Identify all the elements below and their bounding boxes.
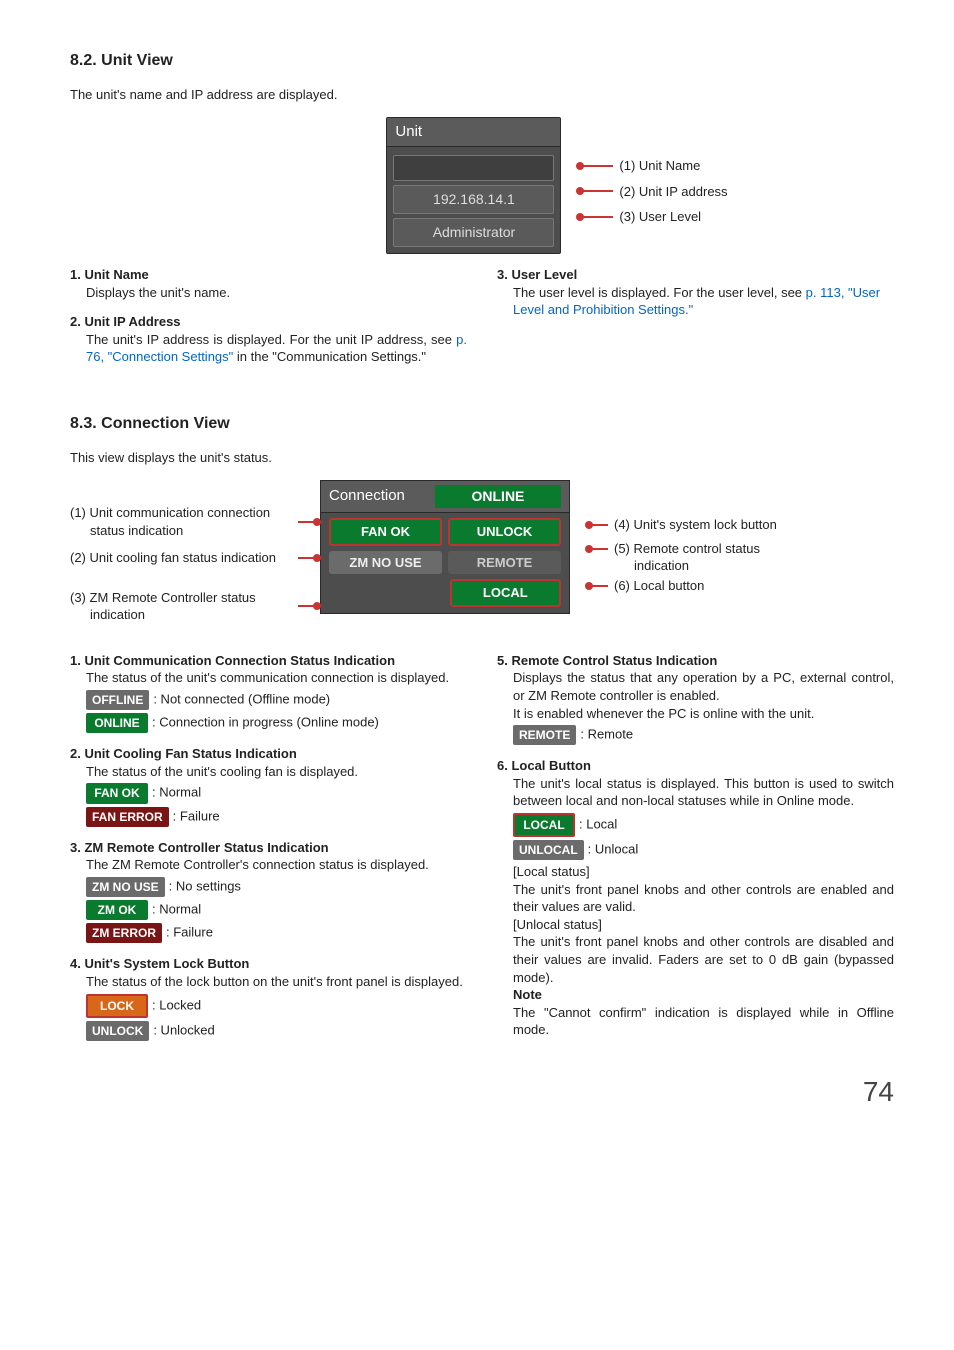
callout-unit-name: (1) Unit Name [619, 157, 700, 175]
d6-title: 6. Local Button [497, 757, 894, 775]
unlocal-status-h: [Unlocal status] [497, 916, 894, 934]
callout-zm-status-b: indication [70, 607, 145, 622]
d2-body: The status of the unit's cooling fan is … [70, 763, 467, 781]
intro-connection-view: This view displays the unit's status. [70, 449, 894, 467]
zmok-desc: : Normal [152, 902, 201, 917]
d2-title: 2. Unit Cooling Fan Status Indication [70, 745, 467, 763]
item1-body: Displays the unit's name. [70, 284, 467, 302]
heading-connection-view: 8.3. Connection View [70, 413, 894, 435]
unlock-desc: : Unlocked [153, 1022, 214, 1037]
unit-callouts: (1) Unit Name (2) Unit IP address (3) Us… [577, 117, 727, 254]
callout-unit-ip: (2) Unit IP address [619, 183, 727, 201]
local-button[interactable]: LOCAL [450, 579, 561, 607]
online-indicator: ONLINE [435, 485, 561, 508]
offline-badge: OFFLINE [86, 690, 149, 710]
zmnouse-desc: : No settings [169, 878, 241, 893]
local-status-b: The unit's front panel knobs and other c… [497, 881, 894, 916]
fanerror-desc: : Failure [173, 808, 220, 823]
callout-remote-b: indication [614, 558, 689, 573]
online-desc: : Connection in progress (Online mode) [152, 715, 379, 730]
note-body: The "Cannot confirm" indication is displ… [497, 1004, 894, 1039]
callout-local-button: (6) Local button [614, 577, 704, 595]
online-badge: ONLINE [86, 713, 148, 733]
remote-badge: REMOTE [513, 725, 576, 745]
item1-title: 1. Unit Name [70, 266, 467, 284]
offline-desc: : Not connected (Offline mode) [153, 692, 330, 707]
fan-ok-indicator: FAN OK [329, 518, 442, 546]
d5-title: 5. Remote Control Status Indication [497, 652, 894, 670]
local-badge: LOCAL [513, 813, 575, 837]
callout-comm-status-a: (1) Unit communication connection [70, 505, 270, 520]
d5-body-a: Displays the status that any operation b… [497, 669, 894, 704]
remote-indicator: REMOTE [448, 551, 561, 575]
item3-title: 3. User Level [497, 266, 894, 284]
d3-body: The ZM Remote Controller's connection st… [70, 856, 467, 874]
note-heading: Note [497, 986, 894, 1004]
unit-ip-field: 192.168.14.1 [393, 185, 554, 214]
local-desc: : Local [579, 816, 617, 831]
callout-remote-a: (5) Remote control status [614, 541, 760, 556]
callout-user-level: (3) User Level [619, 208, 701, 226]
page-number: 74 [70, 1073, 894, 1111]
item2-body: The unit's IP address is displayed. For … [70, 331, 467, 366]
item3-body: The user level is displayed. For the use… [497, 284, 894, 319]
unlocal-badge: UNLOCAL [513, 840, 584, 860]
connection-panel: Connection ONLINE FAN OK UNLOCK ZM NO US… [320, 480, 570, 614]
fanerror-badge: FAN ERROR [86, 807, 169, 827]
d1-title: 1. Unit Communication Connection Status … [70, 652, 467, 670]
callout-system-lock: (4) Unit's system lock button [614, 516, 777, 534]
d4-title: 4. Unit's System Lock Button [70, 955, 467, 973]
callout-fan-status: (2) Unit cooling fan status indication [70, 549, 294, 567]
fanok-badge: FAN OK [86, 783, 148, 803]
zmok-badge: ZM OK [86, 900, 148, 920]
d6-body: The unit's local status is displayed. Th… [497, 775, 894, 810]
callout-zm-status-a: (3) ZM Remote Controller status [70, 590, 256, 605]
unit-panel-title: Unit [387, 118, 560, 147]
d4-body: The status of the lock button on the uni… [70, 973, 467, 991]
unit-view-figure: Unit 192.168.14.1 Administrator (1) Unit… [220, 117, 894, 254]
connection-panel-title: Connection [329, 486, 405, 506]
unlocal-status-b: The unit's front panel knobs and other c… [497, 933, 894, 986]
zmerror-desc: : Failure [166, 925, 213, 940]
lock-desc: : Locked [152, 997, 201, 1012]
zmerror-badge: ZM ERROR [86, 923, 162, 943]
unit-name-field [393, 155, 554, 181]
remote-desc: : Remote [580, 727, 633, 742]
callout-comm-status-b: status indication [70, 523, 183, 538]
zmnouse-badge: ZM NO USE [86, 877, 165, 897]
d5-body-b: It is enabled whenever the PC is online … [497, 705, 894, 723]
fanok-desc: : Normal [152, 785, 201, 800]
d3-title: 3. ZM Remote Controller Status Indicatio… [70, 839, 467, 857]
unit-panel: Unit 192.168.14.1 Administrator [386, 117, 561, 254]
lock-badge: LOCK [86, 994, 148, 1018]
unlock-badge: UNLOCK [86, 1021, 149, 1041]
d1-body: The status of the unit's communication c… [70, 669, 467, 687]
intro-unit-view: The unit's name and IP address are displ… [70, 86, 894, 104]
heading-unit-view: 8.2. Unit View [70, 50, 894, 72]
unit-userlevel-field: Administrator [393, 218, 554, 247]
unlock-button[interactable]: UNLOCK [448, 518, 561, 546]
local-status-h: [Local status] [497, 863, 894, 881]
connection-view-figure: (1) Unit communication connection status… [70, 480, 894, 634]
unlocal-desc: : Unlocal [588, 842, 639, 857]
item2-title: 2. Unit IP Address [70, 313, 467, 331]
zm-no-use-indicator: ZM NO USE [329, 551, 442, 575]
